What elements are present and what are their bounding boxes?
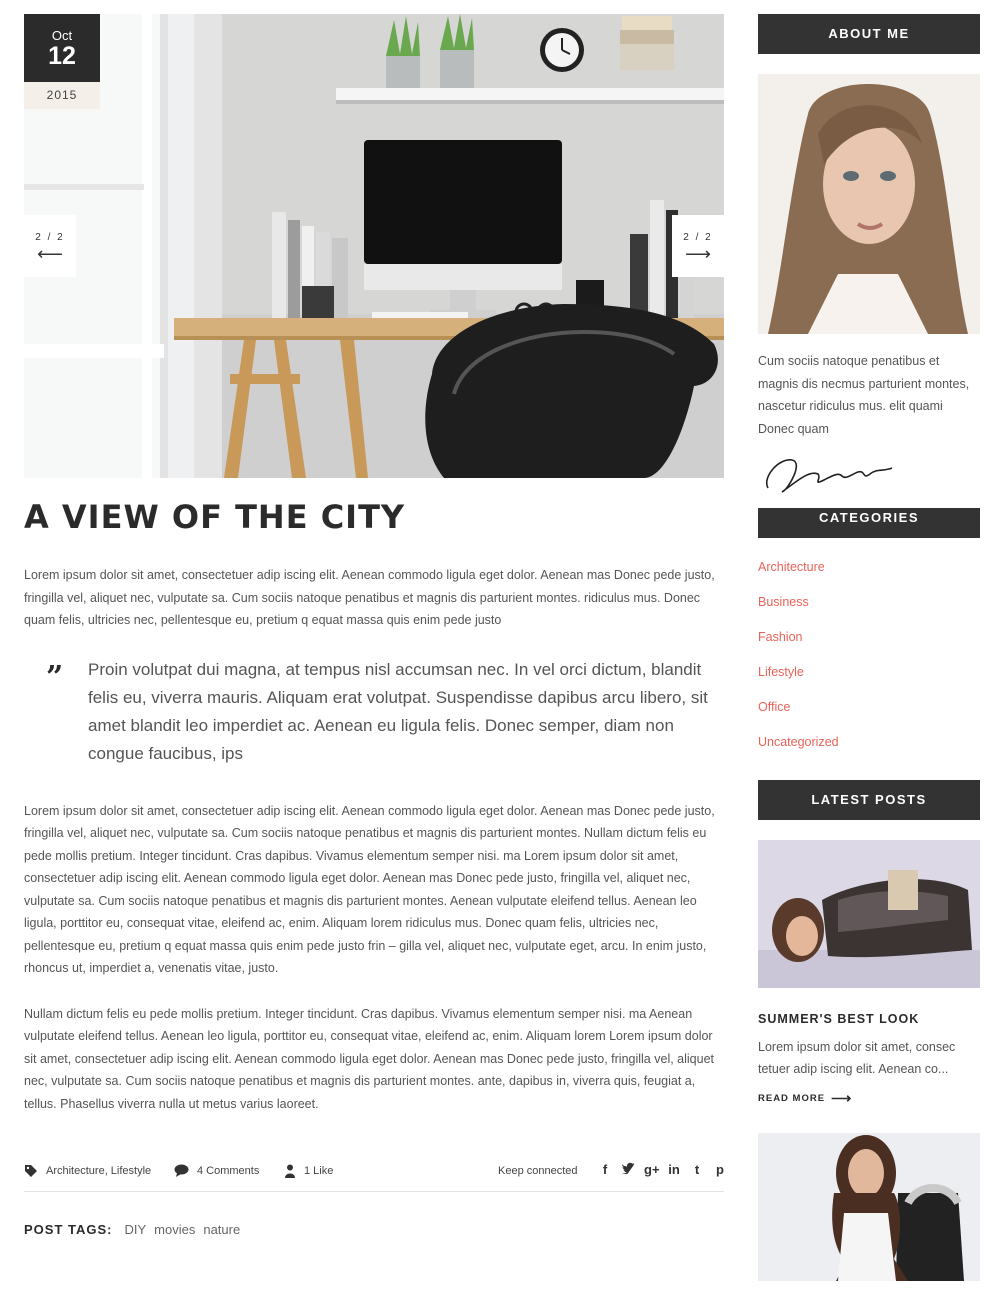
latest-post-title[interactable]: SUMMER'S BEST LOOK [758,1012,980,1026]
blockquote: ” Proin volutpat dui magna, at tempus ni… [24,656,724,768]
slider-next-button[interactable]: 2 / 2 ⟶ [672,215,724,277]
date-year: 2015 [24,82,100,109]
social-share-links: f g+ in t p [598,1162,727,1177]
tag-link[interactable]: nature [203,1222,240,1237]
post-categories-label[interactable]: Architecture, Lifestyle [46,1165,151,1177]
post-paragraph-1: Lorem ipsum dolor sit amet, consectetuer… [24,568,715,627]
latest-post-image-2[interactable] [758,1133,980,1281]
category-link[interactable]: Office [758,700,980,735]
quote-icon: ” [46,659,64,695]
about-me-photo [758,74,980,334]
post-likes[interactable]: 1 Like [284,1164,333,1178]
about-me-title: ABOUT ME [758,14,980,54]
quote-text: Proin volutpat dui magna, at tempus nisl… [88,659,708,763]
post-tags: POST TAGS: DIY movies nature [24,1222,724,1237]
post-date-badge: Oct 12 2015 [24,14,100,109]
post-meta-bar: Architecture, Lifestyle 4 Comments 1 Lik… [24,1155,724,1192]
about-me-text: Cum sociis natoque penatibus et magnis d… [758,354,970,436]
category-link[interactable]: Business [758,595,980,630]
category-link[interactable]: Architecture [758,560,980,595]
sidebar: ABOUT ME Cum sociis natoque penatibus et… [758,14,980,1281]
tag-link[interactable]: DIY [124,1222,146,1237]
category-link[interactable]: Lifestyle [758,665,980,700]
linkedin-icon[interactable]: in [667,1162,681,1177]
post-comments[interactable]: 4 Comments [174,1164,259,1177]
arrow-left-icon: ⟵ [37,244,63,264]
post-paragraph-3: Nullam dictum felis eu pede mollis preti… [24,1006,714,1111]
post-featured-image [24,14,724,478]
arrow-right-icon: ⟶ [831,1090,853,1106]
post-likes-label[interactable]: 1 Like [304,1165,333,1177]
slider-counter: 2 / 2 [683,232,713,243]
signature [765,459,893,493]
comment-icon [174,1164,189,1177]
tumblr-icon[interactable]: t [690,1162,704,1177]
pinterest-icon[interactable]: p [713,1162,727,1177]
post-categories[interactable]: Architecture, Lifestyle [24,1164,151,1178]
read-more-link[interactable]: READ MORE ⟶ [758,1090,980,1107]
keep-connected-label: Keep connected [498,1165,578,1177]
google-plus-icon[interactable]: g+ [644,1162,660,1177]
categories-list: Architecture Business Fashion Lifestyle … [758,560,980,770]
post-comments-label[interactable]: 4 Comments [197,1165,259,1177]
date-month: Oct [51,28,73,43]
latest-posts-title: LATEST POSTS [758,780,980,820]
date-top: Oct 12 [24,14,100,82]
post-paragraph-2: Lorem ipsum dolor sit amet, consectetuer… [24,803,715,976]
read-more-label: READ MORE [758,1093,826,1104]
user-icon [285,1164,295,1178]
slider-prev-button[interactable]: 2 / 2 ⟵ [24,215,76,277]
category-link[interactable]: Fashion [758,630,980,665]
categories-title: CATEGORIES [758,508,980,538]
post-title: A VIEW OF THE CITY [24,498,406,536]
category-link[interactable]: Uncategorized [758,735,980,770]
twitter-icon[interactable] [620,1162,635,1177]
latest-post-image[interactable] [758,840,980,988]
facebook-icon[interactable]: f [598,1162,612,1177]
post-slider: Oct 12 2015 2 / 2 ⟵ 2 / 2 ⟶ [24,14,724,478]
post-tags-label: POST TAGS: [24,1222,113,1237]
arrow-right-icon: ⟶ [685,244,711,264]
latest-post-excerpt: Lorem ipsum dolor sit amet, consec tetue… [758,1040,956,1076]
post-article: Oct 12 2015 2 / 2 ⟵ 2 / 2 ⟶ A VIEW OF TH… [24,14,724,1237]
date-day: 12 [48,42,76,70]
slider-counter: 2 / 2 [35,232,65,243]
tag-link[interactable]: movies [154,1222,195,1237]
tag-icon [25,1165,37,1177]
